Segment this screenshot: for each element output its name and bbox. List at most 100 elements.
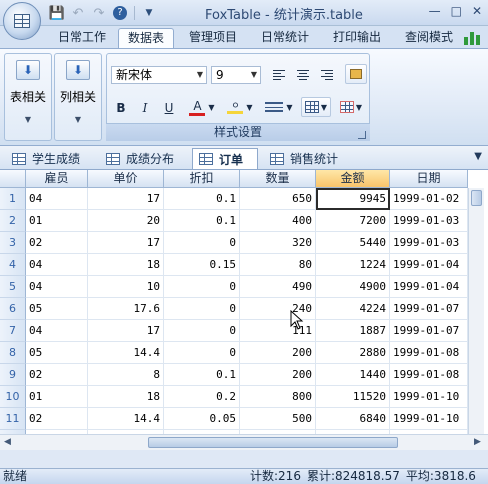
tab-data-table[interactable]: 数据表 <box>118 28 174 48</box>
align-right-button[interactable] <box>317 65 337 85</box>
table-cell[interactable]: 1887 <box>316 320 390 342</box>
fill-color-button[interactable]: ⚪ ▼ <box>223 97 257 117</box>
table-cell[interactable]: 04 <box>26 320 88 342</box>
undo-icon[interactable]: ↶ <box>69 4 87 22</box>
table-cell[interactable]: 5440 <box>316 232 390 254</box>
close-button[interactable]: ✕ <box>472 4 482 18</box>
save-icon[interactable]: 💾 <box>48 4 66 22</box>
help-icon[interactable]: ? <box>111 4 129 22</box>
table-cell[interactable]: 1999-01-08 <box>390 342 468 364</box>
table-cell[interactable]: 320 <box>240 232 316 254</box>
table-cell[interactable]: 200 <box>240 342 316 364</box>
column-header[interactable]: 折扣 <box>164 170 240 188</box>
customize-icon[interactable]: ▼ <box>140 4 158 22</box>
maximize-button[interactable]: □ <box>451 4 462 18</box>
table-cell[interactable]: 0.1 <box>164 210 240 232</box>
table-cell[interactable]: 400 <box>240 210 316 232</box>
tab-daily-stats[interactable]: 日常统计 <box>254 28 316 48</box>
table-cell[interactable]: 1999-01-02 <box>390 188 468 210</box>
dialog-launcher-icon[interactable] <box>358 131 366 139</box>
table-cell[interactable]: 1999-01-07 <box>390 320 468 342</box>
column-header[interactable]: 雇员 <box>26 170 88 188</box>
table-cell[interactable]: 80 <box>240 254 316 276</box>
column-header[interactable]: 数量 <box>240 170 316 188</box>
doc-tab-score-distribution[interactable]: 成绩分布 <box>100 148 180 169</box>
table-cell[interactable]: 0 <box>164 232 240 254</box>
vertical-scroll-thumb[interactable] <box>471 190 482 206</box>
table-cell[interactable]: 05 <box>26 342 88 364</box>
table-cell[interactable]: 17.6 <box>88 298 164 320</box>
table-cell[interactable]: 0.2 <box>164 386 240 408</box>
row-header[interactable]: 4 <box>0 254 26 276</box>
row-header[interactable]: 9 <box>0 364 26 386</box>
grid-corner[interactable] <box>0 170 26 188</box>
italic-button[interactable]: I <box>135 98 155 118</box>
table-cell[interactable]: 9945 <box>316 188 390 210</box>
tab-list-dropdown-icon[interactable]: ▼ <box>474 151 482 162</box>
grid-color-button[interactable]: ▼ <box>335 97 367 117</box>
table-cell[interactable]: 0 <box>164 298 240 320</box>
doc-tab-student-scores[interactable]: 学生成绩 <box>6 148 86 169</box>
format-painter-button[interactable] <box>345 64 367 84</box>
scroll-right-icon[interactable]: ▶ <box>474 437 481 447</box>
table-cell[interactable]: 8 <box>88 364 164 386</box>
horizontal-scrollbar[interactable]: ◀ ▶ <box>0 434 488 450</box>
table-cell[interactable]: 6840 <box>316 408 390 430</box>
row-height-button[interactable]: ▼ <box>261 97 297 117</box>
row-header[interactable]: 2 <box>0 210 26 232</box>
underline-button[interactable]: U <box>159 98 179 118</box>
bold-button[interactable]: B <box>111 98 131 118</box>
table-cell[interactable]: 04 <box>26 276 88 298</box>
table-related-button[interactable]: ⬇ 表相关 ▼ <box>6 56 50 136</box>
doc-tab-orders[interactable]: 订单 <box>192 148 258 169</box>
table-cell[interactable]: 240 <box>240 298 316 320</box>
table-cell[interactable]: 14.4 <box>88 408 164 430</box>
table-cell[interactable]: 1440 <box>316 364 390 386</box>
table-cell[interactable]: 4224 <box>316 298 390 320</box>
row-header[interactable]: 1 <box>0 188 26 210</box>
vertical-scrollbar[interactable] <box>468 188 484 434</box>
font-color-button[interactable]: A ▼ <box>185 97 219 117</box>
column-related-button[interactable]: ⬇ 列相关 ▼ <box>56 56 100 136</box>
table-cell[interactable]: 1999-01-07 <box>390 298 468 320</box>
office-button[interactable] <box>3 2 41 40</box>
table-cell[interactable]: 0 <box>164 342 240 364</box>
table-cell[interactable]: 04 <box>26 188 88 210</box>
table-cell[interactable]: 17 <box>88 320 164 342</box>
table-cell[interactable]: 02 <box>26 364 88 386</box>
table-cell[interactable]: 500 <box>240 408 316 430</box>
row-header[interactable]: 11 <box>0 408 26 430</box>
tab-daily-work[interactable]: 日常工作 <box>52 28 112 48</box>
table-cell[interactable]: 1999-01-10 <box>390 386 468 408</box>
font-name-combo[interactable]: 新宋体 ▼ <box>111 66 207 84</box>
column-header[interactable]: 单价 <box>88 170 164 188</box>
table-cell[interactable]: 2880 <box>316 342 390 364</box>
align-center-button[interactable] <box>293 65 313 85</box>
table-cell[interactable]: 7200 <box>316 210 390 232</box>
table-cell[interactable]: 02 <box>26 408 88 430</box>
table-cell[interactable]: 490 <box>240 276 316 298</box>
table-cell[interactable]: 650 <box>240 188 316 210</box>
table-cell[interactable]: 01 <box>26 386 88 408</box>
tab-print-output[interactable]: 打印输出 <box>326 28 388 48</box>
table-cell[interactable]: 4900 <box>316 276 390 298</box>
minimize-button[interactable]: — <box>429 4 441 18</box>
table-cell[interactable]: 0.05 <box>164 408 240 430</box>
table-cell[interactable]: 200 <box>240 364 316 386</box>
row-header[interactable]: 6 <box>0 298 26 320</box>
table-cell[interactable]: 17 <box>88 232 164 254</box>
table-cell[interactable]: 0.15 <box>164 254 240 276</box>
table-cell[interactable]: 18 <box>88 386 164 408</box>
doc-tab-sales-stats[interactable]: 销售统计 <box>264 148 344 169</box>
table-cell[interactable]: 0 <box>164 320 240 342</box>
table-cell[interactable]: 04 <box>26 254 88 276</box>
table-cell[interactable]: 800 <box>240 386 316 408</box>
table-cell[interactable]: 01 <box>26 210 88 232</box>
table-cell[interactable]: 18 <box>88 254 164 276</box>
row-header[interactable]: 7 <box>0 320 26 342</box>
table-cell[interactable]: 0.1 <box>164 188 240 210</box>
excel-icon[interactable] <box>462 29 482 45</box>
table-cell[interactable]: 11520 <box>316 386 390 408</box>
table-cell[interactable]: 17 <box>88 188 164 210</box>
row-header[interactable]: 8 <box>0 342 26 364</box>
